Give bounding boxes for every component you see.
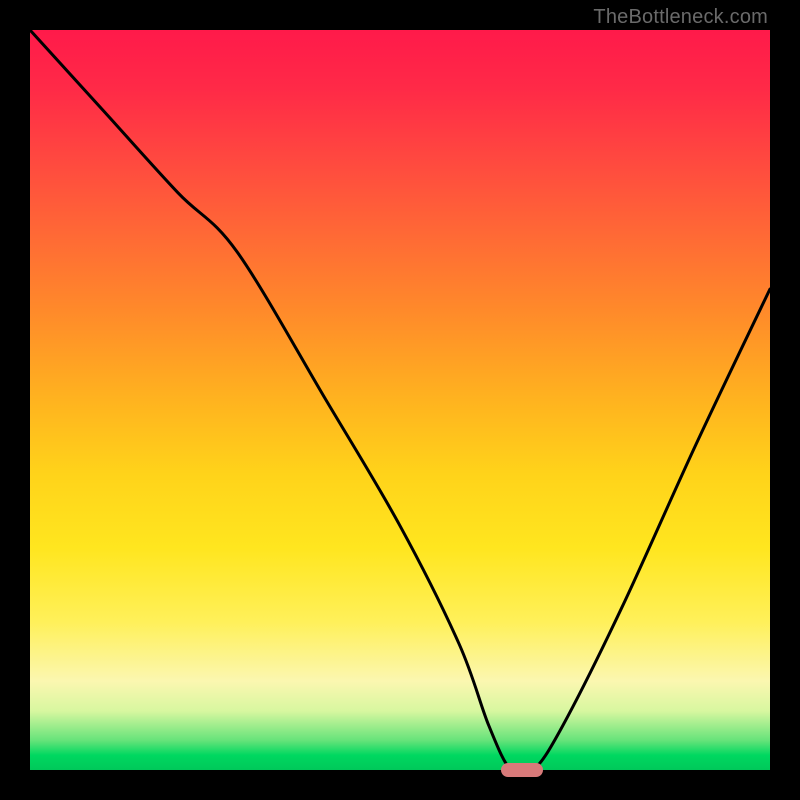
watermark-text: TheBottleneck.com [593,6,768,29]
curve-svg [30,30,770,770]
optimal-marker [501,763,543,777]
plot-area [30,30,770,770]
chart-frame: TheBottleneck.com [0,0,800,800]
bottleneck-curve-path [30,30,770,770]
